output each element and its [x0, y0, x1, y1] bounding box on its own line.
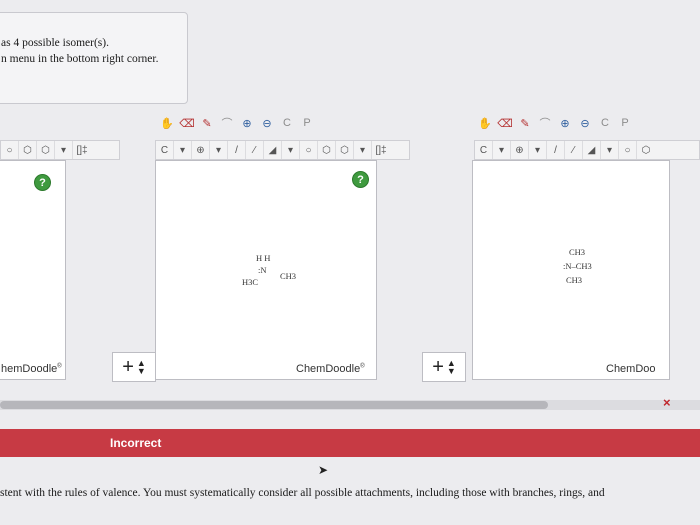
right-secondary-toolbar: C ▾ ⊕ ▾ / ⁄ ◢ ▾ ○ ⬡	[474, 140, 700, 160]
feedback-status-label: Incorrect	[110, 436, 162, 450]
bold-bond-icon[interactable]: ⁄	[246, 141, 264, 159]
bond-dropdown-icon[interactable]: ▾	[282, 141, 300, 159]
bold-bond-icon[interactable]: ⁄	[565, 141, 583, 159]
atom-dropdown-icon[interactable]: ▾	[174, 141, 192, 159]
molecule-top-methyl: CH3	[569, 247, 586, 257]
carbon-atom-button[interactable]: C	[156, 141, 174, 159]
molecule-nitrogen-label: :N	[258, 265, 267, 275]
eraser-icon[interactable]: ⌫	[497, 116, 513, 130]
chemdoodle-brand: ChemDoo	[606, 363, 656, 375]
ring-benzene-icon[interactable]: ⬡	[336, 141, 354, 159]
bond-dropdown-icon[interactable]: ▾	[601, 141, 619, 159]
single-bond-icon[interactable]: /	[228, 141, 246, 159]
undo-hand-icon[interactable]: ✋	[478, 116, 492, 130]
lasso-icon[interactable]: ⌒	[538, 116, 552, 130]
ring-dropdown-icon[interactable]: ▾	[354, 141, 372, 159]
up-down-arrows-icon[interactable]: ▲ ▼	[137, 359, 146, 376]
ring-cyclopropane-icon[interactable]: ○	[300, 141, 318, 159]
bracket-tool[interactable]: []‡	[73, 141, 91, 159]
left-secondary-toolbar: ○ ⬡ ⬡ ▾ []‡	[0, 140, 120, 160]
question-line-2: n menu in the bottom right corner.	[1, 53, 159, 65]
right-drawing-canvas[interactable]: CH3 :N–CH3 CH3 ChemDoo	[472, 160, 670, 380]
close-icon[interactable]: ×	[663, 395, 671, 410]
feedback-status-bar: Incorrect	[0, 429, 700, 457]
periodic-table-icon[interactable]: P	[618, 116, 632, 130]
chemdoodle-brand: ChemDoodle®	[296, 363, 365, 375]
middle-top-toolbar: ✋ ⌫ ✎ ⌒ ⊕ ⊖ C P	[160, 112, 314, 134]
scrollbar-thumb[interactable]	[0, 401, 548, 409]
atom-dropdown-icon[interactable]: ▾	[493, 141, 511, 159]
periodic-table-icon[interactable]: P	[300, 116, 314, 130]
middle-secondary-toolbar: C ▾ ⊕ ▾ / ⁄ ◢ ▾ ○ ⬡ ⬡ ▾ []‡	[155, 140, 410, 160]
wedge-bond-icon[interactable]: ◢	[264, 141, 282, 159]
help-icon[interactable]: ?	[352, 171, 369, 188]
question-line-1: as 4 possible isomer(s).	[1, 37, 109, 49]
clean-icon[interactable]: C	[598, 116, 612, 130]
molecule-right-methyl: CH3	[280, 271, 297, 281]
right-top-toolbar: ✋ ⌫ ✎ ⌒ ⊕ ⊖ C P	[478, 112, 632, 134]
add-structure-control[interactable]: + ▲ ▼	[112, 352, 156, 382]
zoom-out-icon[interactable]: ⊖	[578, 116, 592, 130]
clean-icon[interactable]: C	[280, 116, 294, 130]
bracket-tool[interactable]: []‡	[372, 141, 390, 159]
chemdoodle-brand: hemDoodle®	[1, 363, 62, 375]
wedge-bond-icon[interactable]: ◢	[583, 141, 601, 159]
feedback-message: stent with the rules of valence. You mus…	[0, 487, 605, 499]
ring-cyclohexane-icon[interactable]: ⬡	[19, 141, 37, 159]
help-icon[interactable]: ?	[34, 174, 51, 191]
carbon-atom-button[interactable]: C	[475, 141, 493, 159]
ring-cyclopropane-icon[interactable]: ○	[619, 141, 637, 159]
charge-dropdown-icon[interactable]: ▾	[210, 141, 228, 159]
mouse-cursor-icon: ➤	[318, 463, 329, 477]
ring-cyclopropane-icon[interactable]: ○	[1, 141, 19, 159]
molecule-bottom-methyl: CH3	[566, 275, 583, 285]
plus-icon[interactable]: +	[432, 356, 444, 379]
lasso-icon[interactable]: ⌒	[220, 116, 234, 130]
charge-dropdown-icon[interactable]: ▾	[529, 141, 547, 159]
charge-plus-icon[interactable]: ⊕	[511, 141, 529, 159]
molecule-left-methyl: H3C	[242, 277, 259, 287]
ring-dropdown-icon[interactable]: ▾	[55, 141, 73, 159]
pencil-icon[interactable]: ✎	[518, 116, 532, 130]
zoom-in-icon[interactable]: ⊕	[240, 116, 254, 130]
add-structure-control[interactable]: + ▲ ▼	[422, 352, 466, 382]
molecule-nitrogen-methyl: :N–CH3	[563, 261, 592, 271]
ring-cyclohexane-icon[interactable]: ⬡	[637, 141, 655, 159]
zoom-in-icon[interactable]: ⊕	[558, 116, 572, 130]
left-drawing-canvas[interactable]: ? hemDoodle®	[0, 160, 66, 380]
ring-benzene-icon[interactable]: ⬡	[37, 141, 55, 159]
middle-drawing-canvas[interactable]: ? H H :N H3C CH3 ChemDoodle®	[155, 160, 377, 380]
plus-icon[interactable]: +	[122, 356, 134, 379]
undo-hand-icon[interactable]: ✋	[160, 116, 174, 130]
up-down-arrows-icon[interactable]: ▲ ▼	[447, 359, 456, 376]
single-bond-icon[interactable]: /	[547, 141, 565, 159]
eraser-icon[interactable]: ⌫	[179, 116, 195, 130]
pencil-icon[interactable]: ✎	[200, 116, 214, 130]
question-box: as 4 possible isomer(s). n menu in the b…	[0, 12, 188, 104]
charge-plus-icon[interactable]: ⊕	[192, 141, 210, 159]
ring-cyclohexane-icon[interactable]: ⬡	[318, 141, 336, 159]
zoom-out-icon[interactable]: ⊖	[260, 116, 274, 130]
molecule-hh-label: H H	[256, 253, 271, 263]
